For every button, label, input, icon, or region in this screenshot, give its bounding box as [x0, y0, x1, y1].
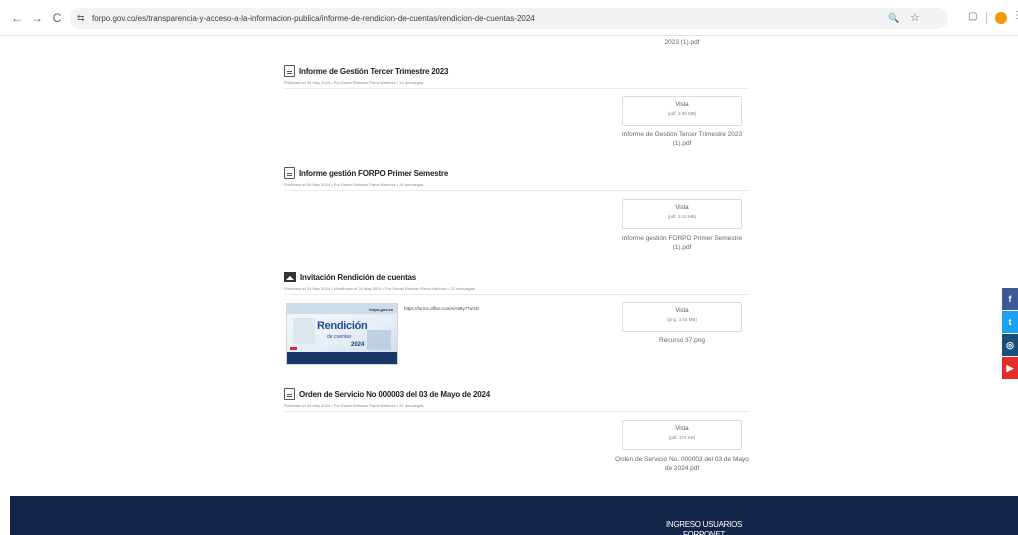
file-name: Recurso 37.png — [659, 337, 705, 344]
document-title[interactable]: Informe de Gestión Tercer Trimestre 2023 — [299, 67, 448, 76]
toolbar-divider — [986, 12, 987, 24]
document-title-row[interactable]: Orden de Servicio No 000003 del 03 de Ma… — [284, 387, 490, 401]
document-item: Invitación Rendición de cuentas Publicad… — [284, 270, 749, 380]
facebook-icon[interactable]: f — [1002, 288, 1018, 310]
site-footer: INGRESO USUARIOS FORPONET — [10, 496, 1018, 535]
file-name: Informe gestión FORPO Primer Semestre (1… — [621, 235, 743, 251]
view-label: Vista — [675, 308, 689, 314]
view-label: Vista — [675, 426, 689, 432]
footer-login-heading[interactable]: INGRESO USUARIOS FORPONET — [644, 520, 764, 535]
file-name: Orden de Servicio No. 000003 del 03 de M… — [615, 456, 749, 472]
extensions-icon[interactable]: ▢ — [968, 10, 977, 24]
instagram-icon[interactable]: ◎ — [1002, 334, 1018, 356]
site-info-icon[interactable]: ⇆ — [77, 12, 85, 25]
file-size: (pdf, 3.50 MB) — [667, 111, 697, 116]
pdf-document-icon — [284, 388, 295, 400]
thumbnail-accent — [290, 347, 297, 350]
view-button[interactable]: Vista (pdf, 374 KB) — [622, 420, 742, 450]
document-meta: Publicado el 06 May 2024 • Por Daniel Es… — [284, 403, 424, 408]
view-button[interactable]: Vista (pdf, 3.50 MB) — [622, 96, 742, 126]
page-content: 2023 (1).pdf Informe de Gestión Tercer T… — [0, 36, 1018, 496]
file-name: Informe de Gestión Tercer Trimestre 2023… — [621, 131, 743, 147]
form-link[interactable]: https://forms.office.com/r/A88y7TuGD — [404, 306, 479, 311]
view-button[interactable]: Vista (png, 3.64 MB) — [622, 302, 742, 332]
thumbnail-subtitle: de cuentas — [327, 334, 352, 340]
document-title-row[interactable]: Invitación Rendición de cuentas — [284, 270, 416, 284]
thumbnail-title: Rendición — [317, 320, 368, 332]
thumbnail-panel — [367, 330, 391, 350]
invitation-thumbnail[interactable]: forpo.gov.co Rendición de cuentas 2024 — [286, 303, 398, 365]
document-meta: Publicado el 06 May 2024 • Por Daniel Es… — [284, 80, 424, 85]
divider — [284, 190, 749, 191]
document-meta: Publicado el 24 May 2024 • Modificado el… — [284, 286, 475, 291]
document-item: Informe gestión FORPO Primer Semestre Pu… — [284, 166, 749, 266]
file-name: 2023 (1).pdf — [664, 39, 700, 46]
divider — [284, 411, 749, 412]
file-size: (pdf, 3.16 MB) — [667, 214, 697, 219]
file-size: (pdf, 374 KB) — [668, 435, 696, 440]
document-title[interactable]: Invitación Rendición de cuentas — [300, 273, 416, 282]
document-title[interactable]: Orden de Servicio No 000003 del 03 de Ma… — [299, 390, 490, 399]
browser-toolbar: ← → C ⇆ forpo.gov.co/es/transparencia-y-… — [0, 0, 1018, 36]
thumbnail-panel — [293, 318, 315, 344]
divider — [284, 88, 749, 89]
document-title[interactable]: Informe gestión FORPO Primer Semestre — [299, 169, 448, 178]
profile-avatar[interactable] — [995, 12, 1007, 24]
menu-icon[interactable]: ⋮ — [1012, 9, 1018, 23]
star-icon[interactable]: ☆ — [910, 11, 920, 25]
view-label: Vista — [675, 205, 689, 211]
document-meta: Publicado el 06 May 2024 • Por Daniel Es… — [284, 182, 424, 187]
pdf-document-icon — [284, 65, 295, 77]
document-title-row[interactable]: Informe de Gestión Tercer Trimestre 2023 — [284, 64, 448, 78]
youtube-icon[interactable]: ▶ — [1002, 357, 1018, 379]
document-item: Orden de Servicio No 000003 del 03 de Ma… — [284, 387, 749, 492]
url-text[interactable]: forpo.gov.co/es/transparencia-y-acceso-a… — [92, 12, 535, 25]
file-size: (png, 3.64 MB) — [667, 317, 697, 322]
divider — [284, 294, 749, 295]
reload-icon[interactable]: C — [50, 11, 64, 25]
twitter-icon[interactable]: t — [1002, 311, 1018, 333]
view-label: Vista — [675, 102, 689, 108]
document-title-row[interactable]: Informe gestión FORPO Primer Semestre — [284, 166, 448, 180]
pdf-document-icon — [284, 167, 295, 179]
image-icon — [284, 272, 296, 282]
view-button[interactable]: Vista (pdf, 3.16 MB) — [622, 199, 742, 229]
zoom-icon[interactable]: 🔍 — [888, 12, 899, 25]
forward-icon[interactable]: → — [30, 11, 44, 25]
thumbnail-footer-band — [287, 352, 397, 364]
thumbnail-brand: forpo.gov.co — [369, 307, 393, 312]
thumbnail-year: 2024 — [351, 342, 365, 348]
address-bar[interactable]: ⇆ forpo.gov.co/es/transparencia-y-acceso… — [70, 8, 948, 29]
back-icon[interactable]: ← — [10, 11, 24, 25]
